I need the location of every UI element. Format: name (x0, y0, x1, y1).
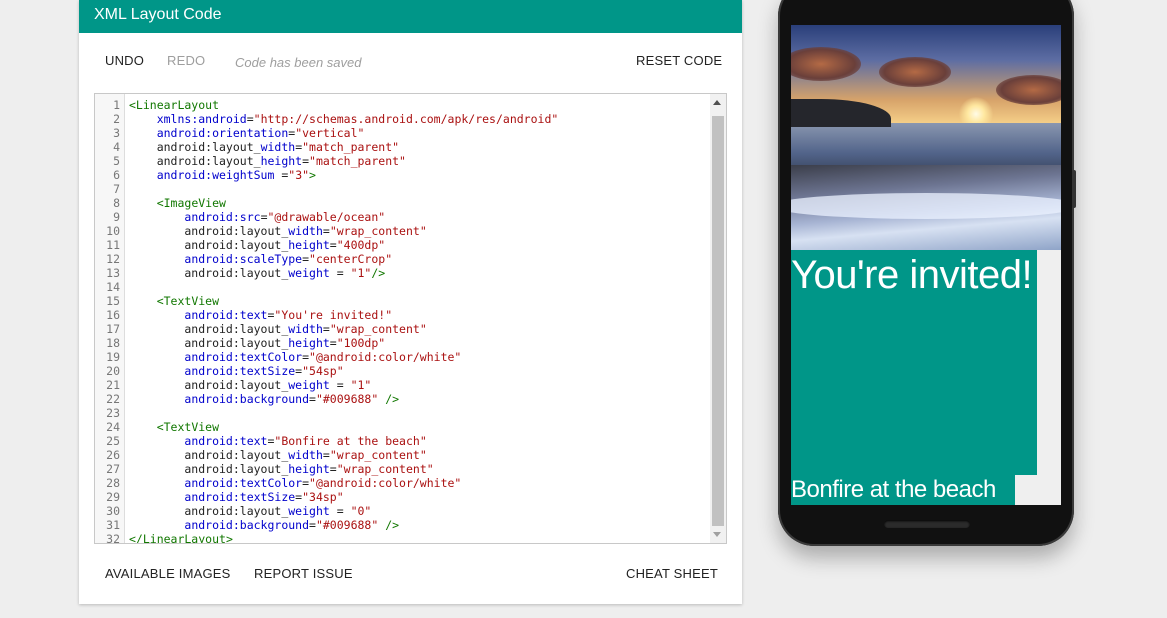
scroll-down-arrow-icon[interactable] (713, 532, 721, 537)
line-number: 11 (106, 238, 120, 252)
line-number: 26 (106, 448, 120, 462)
bonfire-textview: Bonfire at the beach (791, 475, 1015, 505)
line-number: 3 (113, 126, 120, 140)
line-number: 30 (106, 504, 120, 518)
scroll-thumb[interactable] (712, 116, 724, 526)
line-number: 21 (106, 378, 120, 392)
line-number: 8 (113, 196, 120, 210)
code-line[interactable]: android:weightSum ="3"> (129, 168, 316, 182)
phone-speaker (884, 520, 970, 528)
code-line[interactable]: android:layout_weight = "0" (129, 504, 371, 518)
code-line[interactable]: <TextView (129, 420, 219, 434)
code-line[interactable]: android:layout_height="match_parent" (129, 154, 406, 168)
line-number: 6 (113, 168, 120, 182)
code-line[interactable]: </LinearLayout> (129, 532, 233, 543)
code-line[interactable]: android:layout_height="400dp" (129, 238, 385, 252)
reset-code-button[interactable]: RESET CODE (636, 53, 722, 68)
ocean-image (791, 25, 1061, 250)
redo-button[interactable]: REDO (167, 53, 205, 68)
line-number: 27 (106, 462, 120, 476)
line-number: 15 (106, 294, 120, 308)
line-number: 22 (106, 392, 120, 406)
code-line[interactable]: android:textColor="@android:color/white" (129, 476, 461, 490)
line-number: 23 (106, 406, 120, 420)
line-number: 9 (113, 210, 120, 224)
code-line[interactable]: android:layout_weight = "1"/> (129, 266, 385, 280)
line-number: 32 (106, 532, 120, 544)
code-line[interactable]: <ImageView (129, 196, 226, 210)
code-line[interactable]: android:layout_width="match_parent" (129, 140, 399, 154)
code-line[interactable]: android:orientation="vertical" (129, 126, 365, 140)
code-line[interactable]: android:layout_width="wrap_content" (129, 224, 426, 238)
code-line[interactable]: <TextView (129, 294, 219, 308)
editor-scrollbar[interactable] (710, 94, 726, 543)
cloud (996, 75, 1061, 105)
line-number: 14 (106, 280, 120, 294)
line-number: 13 (106, 266, 120, 280)
phone-screen: You're invited! Bonfire at the beach (791, 25, 1061, 505)
code-line[interactable]: android:layout_height="100dp" (129, 336, 385, 350)
code-line[interactable]: android:src="@drawable/ocean" (129, 210, 385, 224)
code-line[interactable]: android:layout_width="wrap_content" (129, 322, 426, 336)
invited-textview: You're invited! (791, 250, 1037, 475)
code-line[interactable]: <LinearLayout (129, 98, 219, 112)
line-number: 10 (106, 224, 120, 238)
phone-side-button (1072, 170, 1076, 208)
code-line[interactable]: android:textColor="@android:color/white" (129, 350, 461, 364)
code-line[interactable]: android:layout_height="wrap_content" (129, 462, 433, 476)
code-line[interactable]: android:textSize="54sp" (129, 364, 343, 378)
code-line[interactable]: android:background="#009688" /> (129, 392, 399, 406)
line-number: 16 (106, 308, 120, 322)
available-images-button[interactable]: AVAILABLE IMAGES (105, 566, 231, 581)
code-line[interactable]: xmlns:android="http://schemas.android.co… (129, 112, 559, 126)
cloud (879, 57, 951, 87)
code-line[interactable]: android:layout_weight = "1" (129, 378, 371, 392)
code-editor[interactable]: 1 2 3 4 5 6 7 8 9 10 11 12 13 14 15 16 17 18 19 20 21 22 23 24 2… (94, 93, 727, 544)
scroll-up-arrow-icon[interactable] (713, 100, 721, 105)
line-number: 28 (106, 476, 120, 490)
line-number: 20 (106, 364, 120, 378)
code-line[interactable]: android:text="Bonfire at the beach" (129, 434, 426, 448)
line-number: 25 (106, 434, 120, 448)
line-number: 31 (106, 518, 120, 532)
code-line[interactable]: android:text="You're invited!" (129, 308, 392, 322)
code-line[interactable]: android:layout_width="wrap_content" (129, 448, 426, 462)
line-number: 19 (106, 350, 120, 364)
line-number: 24 (106, 420, 120, 434)
line-number-gutter: 1 2 3 4 5 6 7 8 9 10 11 12 13 14 15 16 17 18 19 20 21 22 23 24 2… (95, 94, 125, 543)
card-footer: AVAILABLE IMAGES REPORT ISSUE CHEAT SHEE… (79, 563, 742, 585)
editor-toolbar: UNDO REDO Code has been saved RESET CODE (79, 50, 742, 72)
xml-layout-card: XML Layout Code UNDO REDO Code has been … (79, 0, 742, 604)
line-number: 2 (113, 112, 120, 126)
line-number: 12 (106, 252, 120, 266)
card-title: XML Layout Code (79, 0, 742, 33)
line-number: 29 (106, 490, 120, 504)
line-number: 7 (113, 182, 120, 196)
line-number: 18 (106, 336, 120, 350)
code-line[interactable]: android:scaleType="centerCrop" (129, 252, 392, 266)
save-status: Code has been saved (235, 55, 362, 70)
cheat-sheet-button[interactable]: CHEAT SHEET (626, 566, 718, 581)
line-number: 17 (106, 322, 120, 336)
line-number: 1 (113, 98, 120, 112)
code-line[interactable]: android:textSize="34sp" (129, 490, 343, 504)
report-issue-button[interactable]: REPORT ISSUE (254, 566, 353, 581)
line-number: 5 (113, 154, 120, 168)
line-number: 4 (113, 140, 120, 154)
undo-button[interactable]: UNDO (105, 53, 144, 68)
code-line[interactable]: android:background="#009688" /> (129, 518, 399, 532)
wave (791, 193, 1061, 219)
